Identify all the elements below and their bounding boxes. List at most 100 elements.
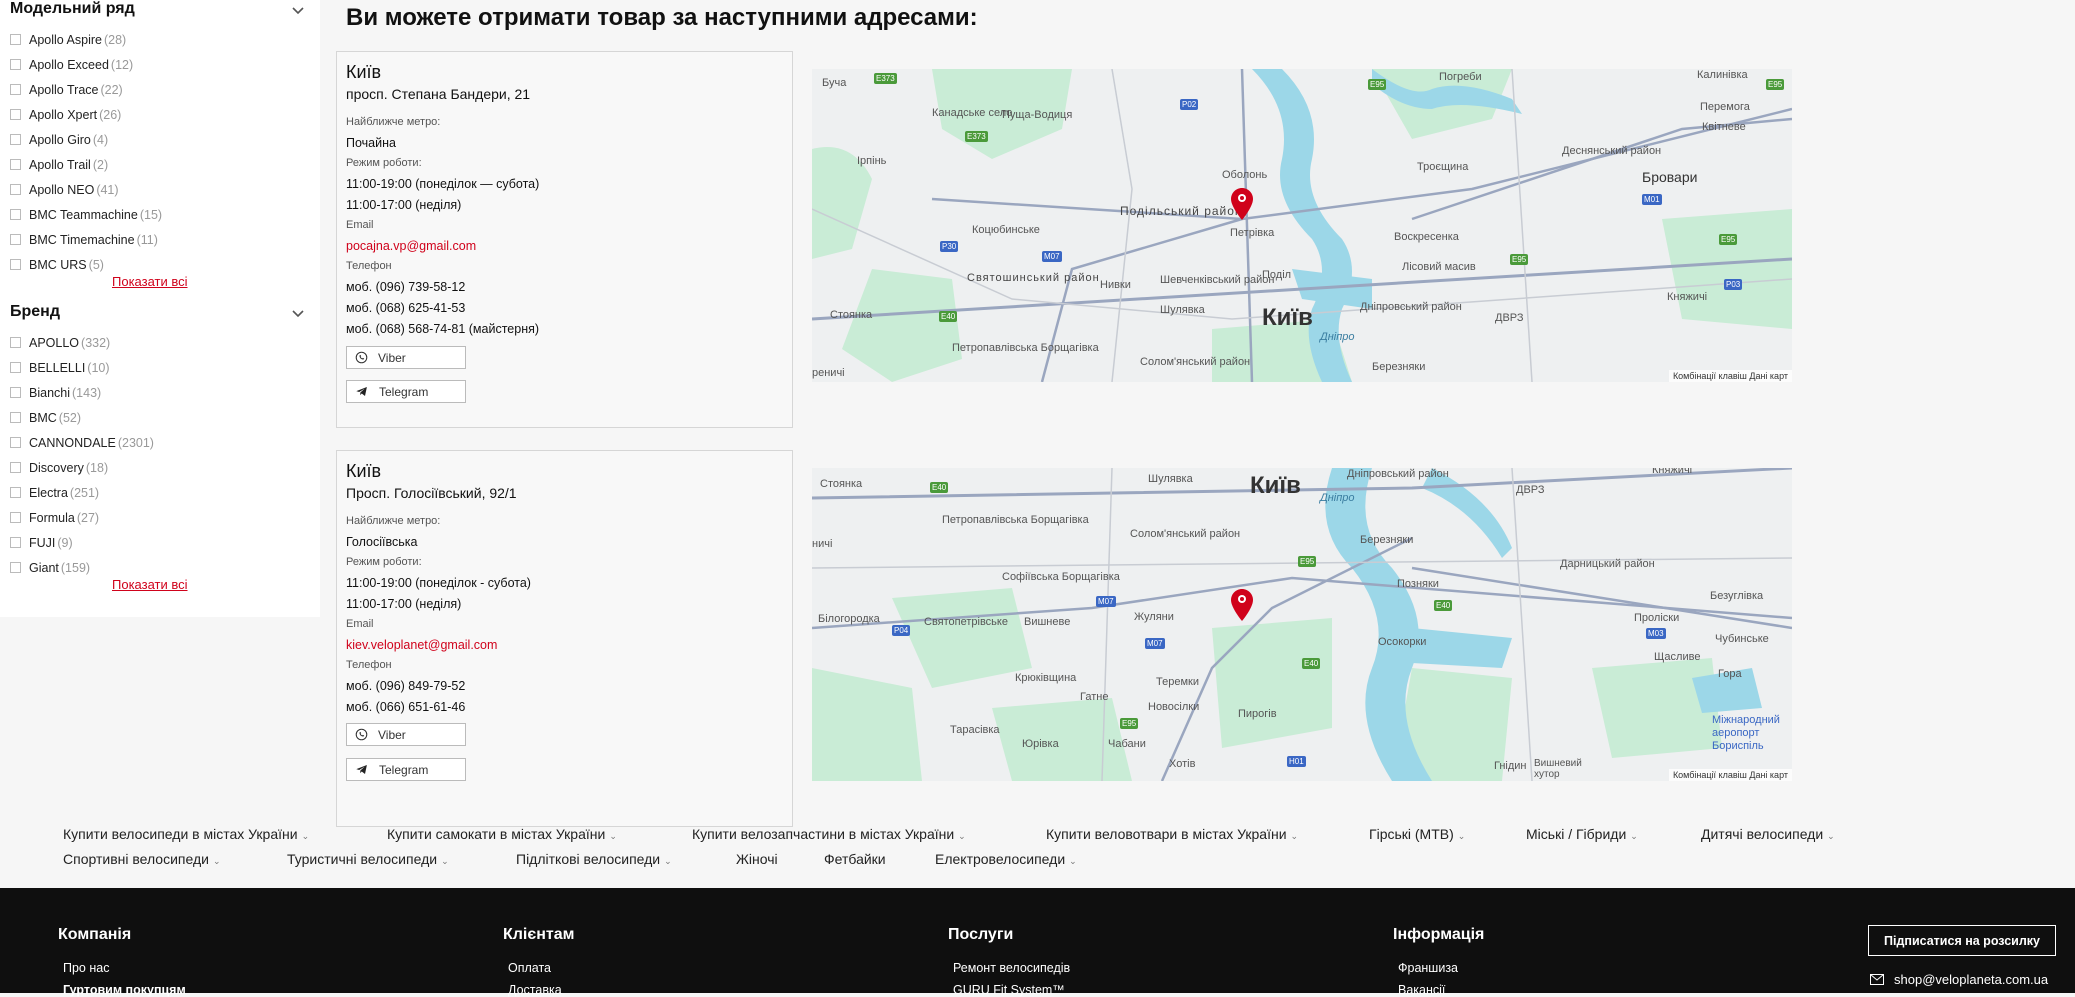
checkbox[interactable] xyxy=(10,512,21,523)
store-email-link[interactable]: pocajna.vp@gmail.com xyxy=(346,239,476,253)
subscribe-button[interactable]: Підписатися на розсилку xyxy=(1868,925,2056,956)
map-place: ДВРЗ xyxy=(1516,484,1545,496)
filter-option[interactable]: Apollo Trail (2) xyxy=(10,152,162,177)
checkbox[interactable] xyxy=(10,34,21,45)
hours-label: Режим роботи: xyxy=(346,556,422,568)
store-address: Просп. Голосіївський, 92/1 xyxy=(346,485,517,501)
filter-option[interactable]: Apollo Exceed (12) xyxy=(10,52,162,77)
checkbox[interactable] xyxy=(10,487,21,498)
footer-link[interactable]: Оплата xyxy=(508,961,551,975)
map-pin-icon[interactable] xyxy=(1230,588,1254,622)
map-place: Тарасівка xyxy=(950,724,1000,736)
seo-link[interactable]: Купити веловотвари в містах України ⌄ xyxy=(1046,826,1298,842)
filter-option[interactable]: Electra (251) xyxy=(10,480,154,505)
chevron-down-icon[interactable] xyxy=(290,305,306,321)
show-all-brands-link[interactable]: Показати всі xyxy=(112,577,188,592)
map-place: Калинівка xyxy=(1697,69,1748,81)
filter-option[interactable]: Discovery (18) xyxy=(10,455,154,480)
footer-email[interactable]: shop@veloplaneta.com.ua xyxy=(1870,972,2048,987)
checkbox[interactable] xyxy=(10,59,21,70)
checkbox[interactable] xyxy=(10,234,21,245)
viber-button[interactable]: Viber xyxy=(346,346,466,369)
filter-option[interactable]: BELLELLI (10) xyxy=(10,355,154,380)
metro-value: Почайна xyxy=(346,136,396,150)
seo-link[interactable]: Купити велосипеди в містах України ⌄ xyxy=(63,826,309,842)
telegram-icon xyxy=(356,387,367,396)
phone-link[interactable]: моб. (096) 849-79-52 xyxy=(346,679,465,693)
footer-link[interactable]: Про нас xyxy=(63,961,109,975)
viber-button[interactable]: Viber xyxy=(346,723,466,746)
seo-link[interactable]: Купити велозапчастини в містах України ⌄ xyxy=(692,826,966,842)
filter-option[interactable]: Apollo NEO (41) xyxy=(10,177,162,202)
checkbox[interactable] xyxy=(10,562,21,573)
map-place: Гнідин xyxy=(1494,760,1527,772)
checkbox[interactable] xyxy=(10,109,21,120)
checkbox[interactable] xyxy=(10,159,21,170)
checkbox[interactable] xyxy=(10,134,21,145)
filter-option[interactable]: Formula (27) xyxy=(10,505,154,530)
checkbox[interactable] xyxy=(10,209,21,220)
filter-option[interactable]: BMC Timemachine (11) xyxy=(10,227,162,252)
store-email-link[interactable]: kiev.veloplanet@gmail.com xyxy=(346,638,497,652)
filter-option[interactable]: CANNONDALE (2301) xyxy=(10,430,154,455)
filter-option[interactable]: FUJI (9) xyxy=(10,530,154,555)
map-place: Білогородка xyxy=(818,613,880,625)
filter-option[interactable]: Bianchi (143) xyxy=(10,380,154,405)
checkbox[interactable] xyxy=(10,84,21,95)
checkbox[interactable] xyxy=(10,537,21,548)
footer-link[interactable]: Гуртовим покупцям xyxy=(63,983,186,997)
filter-option[interactable]: BMC Teammachine (15) xyxy=(10,202,162,227)
seo-link[interactable]: Купити самокати в містах України ⌄ xyxy=(387,826,617,842)
seo-link[interactable]: Дитячі велосипеди ⌄ xyxy=(1701,826,1835,842)
seo-link[interactable]: Жіночі xyxy=(736,851,778,867)
map-pin-icon[interactable] xyxy=(1230,187,1254,221)
show-all-models-link[interactable]: Показати всі xyxy=(112,274,188,289)
map-place: Солом'янський район xyxy=(1130,528,1241,540)
filter-title-brand[interactable]: Бренд xyxy=(10,303,60,321)
footer-link[interactable]: Ремонт велосипедів xyxy=(953,961,1070,975)
filter-option[interactable]: Apollo Aspire (28) xyxy=(10,27,162,52)
filter-option[interactable]: APOLLO (332) xyxy=(10,330,154,355)
phone-link[interactable]: моб. (068) 625-41-53 xyxy=(346,301,465,315)
footer-link[interactable]: Доставка xyxy=(508,983,562,997)
footer-link[interactable]: Франшиза xyxy=(1398,961,1458,975)
checkbox[interactable] xyxy=(10,412,21,423)
phone-link[interactable]: моб. (068) 568-74-81 (майстерня) xyxy=(346,322,539,336)
checkbox[interactable] xyxy=(10,437,21,448)
map-place: Чабани xyxy=(1108,738,1146,750)
seo-link[interactable]: Спортивні велосипеди ⌄ xyxy=(63,851,221,867)
seo-link[interactable]: Туристичні велосипеди ⌄ xyxy=(287,851,449,867)
checkbox[interactable] xyxy=(10,387,21,398)
filter-option[interactable]: Apollo Trace (22) xyxy=(10,77,162,102)
footer-link[interactable]: Вакансії xyxy=(1398,983,1445,997)
checkbox[interactable] xyxy=(10,462,21,473)
filter-option[interactable]: Apollo Xpert (26) xyxy=(10,102,162,127)
map-district-label: Подільський район xyxy=(1120,204,1243,218)
map-place: Канадське село xyxy=(932,107,1013,119)
map-place: Осокорки xyxy=(1378,636,1427,648)
checkbox[interactable] xyxy=(10,184,21,195)
seo-link[interactable]: Підліткові велосипеди ⌄ xyxy=(516,851,672,867)
map-place: Софіївська Борщагівка xyxy=(1002,571,1120,583)
seo-link[interactable]: Електровелосипеди ⌄ xyxy=(935,851,1077,867)
road-shield: E40 xyxy=(930,482,949,493)
chevron-down-icon[interactable] xyxy=(290,2,306,18)
seo-link[interactable]: Гірські (MTB) ⌄ xyxy=(1369,826,1465,842)
phone-link[interactable]: моб. (096) 739-58-12 xyxy=(346,280,465,294)
phone-link[interactable]: моб. (066) 651-61-46 xyxy=(346,700,465,714)
road-shield: M07 xyxy=(1145,638,1165,649)
checkbox[interactable] xyxy=(10,259,21,270)
telegram-button[interactable]: Telegram xyxy=(346,758,466,781)
telegram-button[interactable]: Telegram xyxy=(346,380,466,403)
seo-link[interactable]: Фетбайки xyxy=(824,851,886,867)
filter-title-model[interactable]: Модельний ряд xyxy=(10,0,135,18)
filter-option[interactable]: BMC (52) xyxy=(10,405,154,430)
checkbox[interactable] xyxy=(10,362,21,373)
store-map[interactable]: Стоянка Шулявка Дніпровський район ДВРЗ … xyxy=(812,468,1792,781)
road-shield: E40 xyxy=(939,311,958,322)
footer-link[interactable]: GURU Fit System™ xyxy=(953,983,1065,997)
store-map[interactable]: Буча Пуща-Водиця Канадське село Ірпінь О… xyxy=(812,69,1792,382)
filter-option[interactable]: Apollo Giro (4) xyxy=(10,127,162,152)
seo-link[interactable]: Міські / Гібриди ⌄ xyxy=(1526,826,1638,842)
checkbox[interactable] xyxy=(10,337,21,348)
